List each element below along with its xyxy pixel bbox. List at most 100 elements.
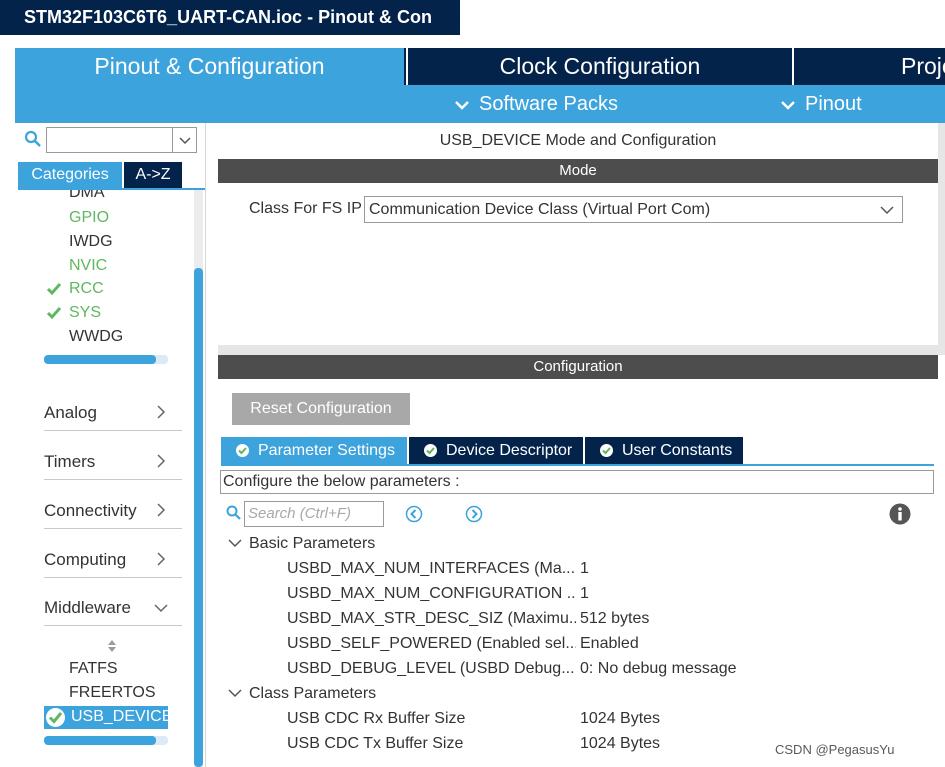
tree-item-dma[interactable]: DMA xyxy=(69,190,105,202)
class-for-fs-ip-label: Class For FS IP xyxy=(249,200,362,217)
system-core-list: DMA GPIO IWDG NVIC RCC SYS WWDG xyxy=(18,190,194,350)
param-name[interactable]: USBD_SELF_POWERED (Enabled sel... xyxy=(287,635,576,653)
watermark-text: CSDN @PegasusYu xyxy=(775,742,895,757)
param-value[interactable]: 512 bytes xyxy=(580,610,649,628)
param-value[interactable]: 1 xyxy=(580,585,589,603)
class-for-fs-ip-select[interactable]: Communication Device Class (Virtual Port… xyxy=(364,196,903,223)
category-analog[interactable]: Analog xyxy=(44,396,182,431)
param-name[interactable]: USB CDC Rx Buffer Size xyxy=(287,710,576,728)
tree-item-nvic[interactable]: NVIC xyxy=(69,257,107,275)
checkmark-icon xyxy=(46,307,62,320)
tab-label: User Constants xyxy=(622,442,733,459)
chevron-right-icon xyxy=(157,552,166,566)
middleware-horizontal-scrollbar[interactable] xyxy=(44,736,168,745)
tree-item-freertos[interactable]: FREERTOS xyxy=(69,684,156,702)
pinout-menu[interactable]: Pinout xyxy=(781,85,862,123)
tab-a-to-z[interactable]: A->Z xyxy=(124,162,182,188)
scrollbar-thumb[interactable] xyxy=(194,268,203,767)
tab-pinout-configuration[interactable]: Pinout & Configuration xyxy=(15,48,404,85)
search-history-dropdown[interactable] xyxy=(172,128,197,152)
check-circle-icon xyxy=(424,444,437,457)
chevron-down-icon xyxy=(455,101,469,110)
chevron-right-icon xyxy=(157,454,166,468)
list-horizontal-scrollbar[interactable] xyxy=(44,355,168,364)
param-name[interactable]: USBD_MAX_STR_DESC_SIZ (Maximu... xyxy=(287,610,576,628)
category-label: Analog xyxy=(44,403,97,422)
param-name[interactable]: USBD_MAX_NUM_CONFIGURATION ... xyxy=(287,585,576,603)
param-value[interactable]: 0: No debug message xyxy=(580,660,737,678)
group-label: Basic Parameters xyxy=(249,535,376,552)
param-value[interactable]: 1024 Bytes xyxy=(580,735,660,753)
configure-hint: Configure the below parameters : xyxy=(220,470,934,494)
scrollbar-thumb[interactable] xyxy=(44,355,156,364)
reset-configuration-button[interactable]: Reset Configuration xyxy=(232,393,410,425)
param-name[interactable]: USB CDC Tx Buffer Size xyxy=(287,735,576,753)
software-packs-label: Software Packs xyxy=(479,93,618,115)
chevron-right-icon xyxy=(157,503,166,517)
category-timers[interactable]: Timers xyxy=(44,445,182,480)
category-label: Timers xyxy=(44,452,96,471)
parameter-search-input[interactable]: Search (Ctrl+F) xyxy=(244,501,384,527)
chevron-down-icon xyxy=(781,101,795,110)
tab-parameter-settings[interactable]: Parameter Settings xyxy=(221,437,407,464)
chevron-down-icon xyxy=(228,689,242,698)
tab-label: Device Descriptor xyxy=(446,442,573,459)
group-label: Class Parameters xyxy=(249,685,377,702)
search-icon[interactable] xyxy=(24,130,42,148)
right-edge-scroll xyxy=(938,123,945,345)
category-label: Computing xyxy=(44,550,127,569)
check-circle-icon xyxy=(236,444,249,457)
scrollbar-thumb[interactable] xyxy=(44,736,156,745)
check-circle-icon xyxy=(46,708,65,727)
next-match-icon[interactable] xyxy=(465,505,483,523)
previous-match-icon[interactable] xyxy=(405,505,423,523)
chevron-down-icon xyxy=(228,539,242,548)
checkmark-icon xyxy=(46,283,62,296)
param-value[interactable]: 1024 Bytes xyxy=(580,710,660,728)
tab-user-constants[interactable]: User Constants xyxy=(585,437,743,464)
panel-splitter[interactable] xyxy=(218,345,945,355)
tree-item-gpio[interactable]: GPIO xyxy=(69,209,109,227)
chevron-right-icon xyxy=(157,405,166,419)
tree-item-label: USB_DEVICE xyxy=(71,708,168,725)
group-class-parameters[interactable]: Class Parameters xyxy=(228,685,376,703)
tree-item-usb-device[interactable]: USB_DEVICE xyxy=(44,706,168,729)
tab-categories[interactable]: Categories xyxy=(18,162,122,188)
configuration-section-header: Configuration xyxy=(218,355,938,379)
software-packs-menu[interactable]: Software Packs xyxy=(455,85,618,123)
sub-menu-bar: Software Packs Pinout xyxy=(15,85,945,123)
panel-title: USB_DEVICE Mode and Configuration xyxy=(439,132,717,149)
category-computing[interactable]: Computing xyxy=(44,543,182,578)
chevron-down-icon xyxy=(154,604,168,613)
main-tab-bar: Pinout & Configuration Clock Configurati… xyxy=(15,48,945,85)
tree-item-rcc[interactable]: RCC xyxy=(69,280,104,298)
chevron-down-icon xyxy=(179,137,191,145)
mode-section-header: Mode xyxy=(218,159,938,183)
tree-item-fatfs[interactable]: FATFS xyxy=(69,660,118,678)
category-middleware[interactable]: Middleware xyxy=(44,591,182,626)
tab-label: Parameter Settings xyxy=(258,442,395,459)
tree-item-sys[interactable]: SYS xyxy=(69,304,101,322)
category-connectivity[interactable]: Connectivity xyxy=(44,494,182,529)
sort-arrows-icon[interactable] xyxy=(106,639,118,653)
breadcrumb-chevron-icon xyxy=(441,0,460,35)
param-name[interactable]: USBD_MAX_NUM_INTERFACES (Ma... xyxy=(287,560,576,578)
info-icon[interactable] xyxy=(889,503,911,525)
categories-vertical-scrollbar[interactable] xyxy=(194,190,203,767)
tab-project-manager[interactable]: Proje xyxy=(792,48,945,85)
tab-clock-configuration[interactable]: Clock Configuration xyxy=(406,48,792,85)
tab-underline xyxy=(221,464,934,466)
window-title: STM32F103C6T6_UART-CAN.ioc - Pinout & Co… xyxy=(24,7,433,27)
tree-item-iwdg[interactable]: IWDG xyxy=(69,233,113,251)
category-label: Middleware xyxy=(44,598,131,617)
group-basic-parameters[interactable]: Basic Parameters xyxy=(228,535,375,553)
param-value[interactable]: Enabled xyxy=(580,635,639,653)
chevron-down-icon xyxy=(880,206,894,215)
window-title-tab: STM32F103C6T6_UART-CAN.ioc - Pinout & Co… xyxy=(0,0,460,35)
param-name[interactable]: USBD_DEBUG_LEVEL (USBD Debug... xyxy=(287,660,576,678)
param-value[interactable]: 1 xyxy=(580,560,589,578)
tree-item-wwdg[interactable]: WWDG xyxy=(69,328,123,346)
tab-device-descriptor[interactable]: Device Descriptor xyxy=(409,437,583,464)
check-circle-icon xyxy=(600,444,613,457)
category-label: Connectivity xyxy=(44,501,137,520)
